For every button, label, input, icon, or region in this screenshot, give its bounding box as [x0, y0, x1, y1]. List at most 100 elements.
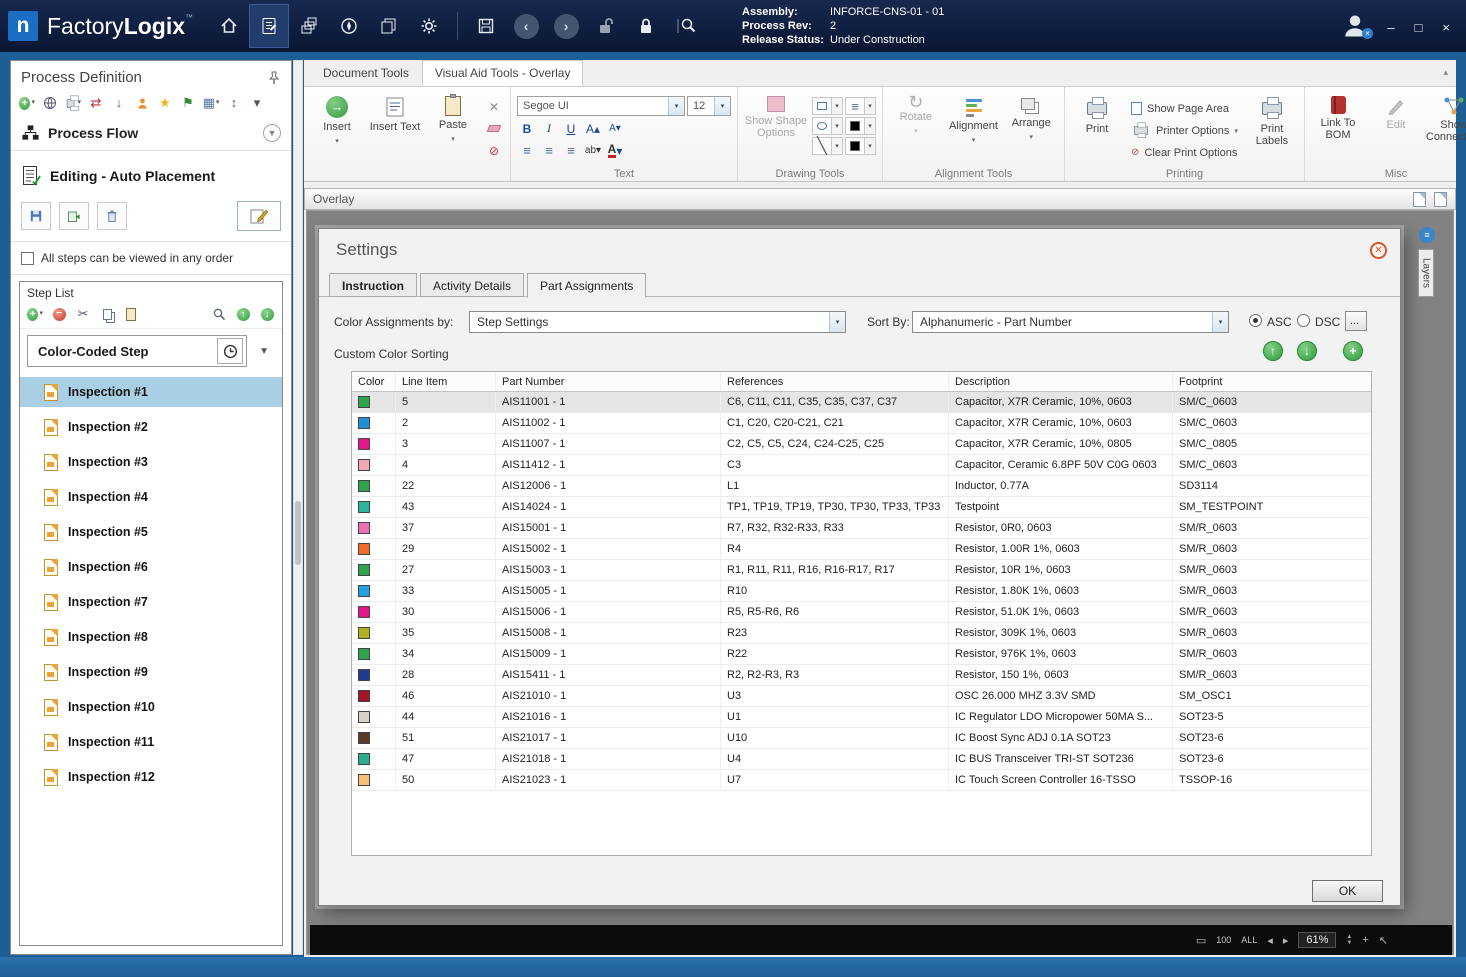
- parts-table-row[interactable]: 3 AIS11007 - 1 C2, C5, C5, C24, C24-C25, C…: [352, 434, 1371, 455]
- font-family-select[interactable]: Segoe UI ▾: [517, 96, 685, 116]
- move-step-down-icon[interactable]: ↓: [259, 306, 275, 322]
- more-chevron-icon[interactable]: ▾: [249, 95, 265, 111]
- move-color-up-button[interactable]: ↑: [1263, 341, 1283, 361]
- documents-button[interactable]: [369, 4, 409, 48]
- highlight-button[interactable]: ab ▾: [583, 141, 603, 160]
- overlay-layers-icon[interactable]: [1434, 191, 1447, 207]
- zoom-100-button[interactable]: 100: [1216, 935, 1231, 945]
- fill-color-caret[interactable]: ▾: [865, 117, 876, 135]
- find-step-icon[interactable]: [211, 306, 227, 322]
- edit-step-button[interactable]: [237, 201, 281, 231]
- step-list-item[interactable]: Inspection #5: [20, 517, 282, 547]
- line-shape-caret[interactable]: ▾: [832, 137, 843, 155]
- step-list-item[interactable]: Inspection #12: [20, 762, 282, 792]
- step-type-chevron-icon[interactable]: ▼: [253, 346, 275, 357]
- import-button[interactable]: [59, 202, 89, 230]
- ellipse-shape-button[interactable]: [812, 117, 832, 135]
- align-right-button[interactable]: ≡: [561, 141, 581, 160]
- add-color-button[interactable]: +: [1343, 341, 1363, 361]
- zoom-stepper[interactable]: ▲ ▼: [1346, 934, 1352, 946]
- parts-table-row[interactable]: 30 AIS15006 - 1 R5, R5-R6, R6 Resistor, 51.…: [352, 602, 1371, 623]
- step-list-item[interactable]: Inspection #1: [20, 377, 282, 407]
- unlock-icon[interactable]: [586, 4, 626, 48]
- next-page-icon[interactable]: ▸: [1283, 934, 1289, 947]
- inspection-search-button[interactable]: [666, 4, 706, 48]
- link-to-bom-button[interactable]: Link To BOM: [1311, 91, 1365, 141]
- view-order-checkbox[interactable]: [21, 251, 34, 265]
- step-list-item[interactable]: Inspection #11: [20, 727, 282, 757]
- color-coded-step-selector[interactable]: Color-Coded Step: [27, 335, 248, 367]
- parts-column-header[interactable]: Color: [352, 372, 396, 391]
- pan-icon[interactable]: +: [1362, 934, 1368, 946]
- rectangle-shape-caret[interactable]: ▾: [832, 97, 843, 115]
- parts-table-row[interactable]: 46 AIS21010 - 1 U3 OSC 26.000 MHZ 3.3V SMD S…: [352, 686, 1371, 707]
- show-connectors-button[interactable]: Show Connectors: [1426, 91, 1466, 143]
- user-icon[interactable]: ×: [1340, 11, 1373, 41]
- font-size-select[interactable]: 12 ▾: [687, 96, 731, 116]
- parts-table-row[interactable]: 43 AIS14024 - 1 TP1, TP19, TP19, TP30, TP3…: [352, 497, 1371, 518]
- ribbon-collapse-icon[interactable]: ▴: [1443, 67, 1448, 78]
- maximize-button[interactable]: □: [1415, 21, 1423, 34]
- timer-clock-icon[interactable]: [217, 338, 244, 364]
- insert-text-button[interactable]: Insert Text: [368, 91, 422, 133]
- parts-table-row[interactable]: 35 AIS15008 - 1 R23 Resistor, 309K 1%, 0603…: [352, 623, 1371, 644]
- parts-table-row[interactable]: 27 AIS15003 - 1 R1, R11, R11, R16, R16-R17…: [352, 560, 1371, 581]
- font-color-button[interactable]: A ▾: [605, 141, 625, 160]
- insert-button[interactable]: → Insert ▾: [310, 91, 364, 148]
- materials-button[interactable]: [289, 4, 329, 48]
- print-labels-button[interactable]: Print Labels: [1246, 91, 1298, 147]
- tab-document-tools[interactable]: Document Tools: [310, 60, 422, 86]
- tab-activity-details[interactable]: Activity Details: [420, 273, 525, 297]
- process-editor-button[interactable]: [249, 4, 290, 48]
- parts-table-row[interactable]: 29 AIS15002 - 1 R4 Resistor, 1.00R 1%, 0603…: [352, 539, 1371, 560]
- scrollbar-thumb[interactable]: [295, 501, 301, 565]
- sync-icon[interactable]: ⇄: [88, 95, 104, 111]
- step-list-item[interactable]: Inspection #3: [20, 447, 282, 477]
- line-color-caret[interactable]: ▾: [865, 137, 876, 155]
- ok-button[interactable]: OK: [1312, 880, 1383, 902]
- overlay-page-icon[interactable]: [1413, 191, 1426, 207]
- rotate-button[interactable]: ↻ Rotate ▾: [889, 91, 943, 138]
- layers-toggle-icon[interactable]: ≡: [1419, 227, 1435, 243]
- tab-instruction[interactable]: Instruction: [329, 273, 417, 297]
- italic-button[interactable]: I: [539, 119, 559, 138]
- pin-icon[interactable]: [267, 71, 281, 85]
- grow-font-button[interactable]: A▴: [583, 119, 603, 138]
- add-step-icon[interactable]: + ▾: [27, 306, 43, 322]
- parts-table-row[interactable]: 28 AIS15411 - 1 R2, R2-R3, R3 Resistor, 150…: [352, 665, 1371, 686]
- navigation-button[interactable]: [329, 4, 369, 48]
- ellipse-shape-caret[interactable]: ▾: [832, 117, 843, 135]
- parts-table-row[interactable]: 44 AIS21016 - 1 U1 IC Regulator LDO Micropo…: [352, 707, 1371, 728]
- underline-button[interactable]: U: [561, 119, 581, 138]
- parts-table-row[interactable]: 34 AIS15009 - 1 R22 Resistor, 976K 1%, 0603…: [352, 644, 1371, 665]
- paste-icon[interactable]: [123, 306, 139, 322]
- parts-table-row[interactable]: 37 AIS15001 - 1 R7, R32, R32-R33, R33 Resis…: [352, 518, 1371, 539]
- move-color-down-button[interactable]: ↓: [1297, 341, 1317, 361]
- lock-icon[interactable]: [626, 4, 666, 48]
- minimize-button[interactable]: –: [1387, 21, 1394, 34]
- close-button[interactable]: ×: [1442, 21, 1450, 34]
- line-color-button[interactable]: [845, 137, 865, 155]
- fill-color-button[interactable]: [845, 117, 865, 135]
- step-list-item[interactable]: Inspection #7: [20, 587, 282, 617]
- parts-column-header[interactable]: Line Item: [396, 372, 496, 391]
- step-list-item[interactable]: Inspection #2: [20, 412, 282, 442]
- parts-table-row[interactable]: 33 AIS15005 - 1 R10 Resistor, 1.80K 1%, 060…: [352, 581, 1371, 602]
- paste-button[interactable]: Paste ▾: [426, 91, 480, 146]
- panel-scrollbar[interactable]: [293, 60, 303, 955]
- forward-button[interactable]: ›: [546, 4, 586, 48]
- remove-step-icon[interactable]: −: [51, 306, 67, 322]
- parts-column-header[interactable]: Description: [949, 372, 1173, 391]
- parts-table-row[interactable]: 4 AIS11412 - 1 C3 Capacitor, Ceramic 6.8PF …: [352, 455, 1371, 476]
- edit-button[interactable]: Edit: [1369, 91, 1423, 131]
- asc-radio[interactable]: [1249, 314, 1262, 327]
- step-list-item[interactable]: Inspection #8: [20, 622, 282, 652]
- parts-column-header[interactable]: Footprint: [1173, 372, 1371, 391]
- tools-icon[interactable]: ▦ ▾: [203, 95, 220, 111]
- parts-table-row[interactable]: 51 AIS21017 - 1 U10 IC Boost Sync ADJ 0.1A …: [352, 728, 1371, 749]
- star-icon[interactable]: ★: [157, 95, 173, 111]
- clear-all-icon[interactable]: ⊘: [484, 141, 504, 160]
- step-list-item[interactable]: Inspection #9: [20, 657, 282, 687]
- delete-object-icon[interactable]: ✕: [484, 97, 504, 116]
- download-icon[interactable]: ↓: [111, 95, 127, 111]
